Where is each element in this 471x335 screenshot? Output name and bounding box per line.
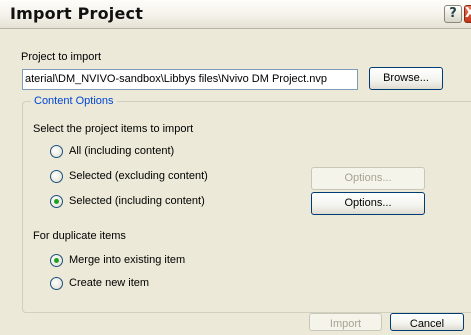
options-including-button-label: Options... [344,197,392,209]
radio-merge-label[interactable]: Merge into existing item [69,254,185,266]
duplicate-items-label: For duplicate items [33,230,126,242]
radio-selected-excluding-label[interactable]: Selected (excluding content) [69,170,208,182]
window-title: Import Project [10,4,144,23]
options-including-button[interactable]: Options... [311,192,425,215]
browse-button[interactable]: Browse... [369,67,443,90]
radio-all-including-content[interactable] [50,145,63,158]
browse-button-label: Browse... [383,72,429,84]
radio-selected-including-content[interactable] [50,195,63,208]
radio-selected-excluding-content[interactable] [50,170,63,183]
import-button[interactable]: Import [309,313,382,331]
options-excluding-button-label: Options... [344,172,392,184]
title-bar[interactable]: Import Project ? X [0,0,471,29]
cancel-button[interactable]: Cancel [390,313,464,331]
help-icon[interactable]: ? [444,5,462,23]
radio-merge-existing[interactable] [50,254,63,267]
cancel-button-label: Cancel [409,318,445,330]
content-options-legend: Content Options [31,95,117,107]
project-path-field[interactable]: aterial\DM_NVIVO-sandbox\Libbys files\Nv… [22,69,358,90]
import-button-label: Import [329,318,362,330]
select-items-prompt: Select the project items to import [33,123,194,135]
radio-selected-including-label[interactable]: Selected (including content) [69,195,205,207]
radio-all-label[interactable]: All (including content) [69,145,174,157]
project-to-import-label: Project to import [21,51,102,63]
options-excluding-button[interactable]: Options... [311,167,425,190]
close-icon[interactable]: X [464,5,471,23]
project-path-value: aterial\DM_NVIVO-sandbox\Libbys files\Nv… [25,73,328,85]
radio-create-new-label[interactable]: Create new item [69,277,149,289]
radio-create-new[interactable] [50,277,63,290]
